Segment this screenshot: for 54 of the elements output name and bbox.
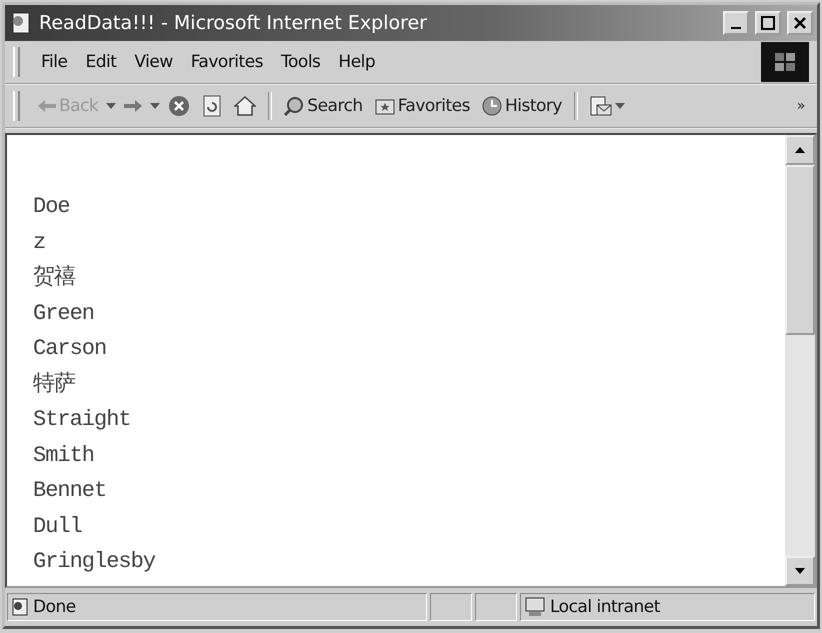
house-icon: [234, 96, 256, 116]
status-text: Done: [33, 597, 76, 617]
status-pane: [475, 593, 517, 621]
text-line: Smith: [33, 442, 96, 470]
menu-item[interactable]: Favorites: [184, 50, 270, 74]
refresh-icon: [202, 95, 222, 117]
text-line: Doe: [33, 193, 71, 221]
maximize-icon: [761, 16, 775, 30]
envelope-icon: [590, 96, 612, 116]
text-line: Green: [33, 300, 96, 328]
menu-item[interactable]: View: [127, 50, 180, 74]
text-line: Carson: [33, 335, 108, 363]
back-arrow-icon: [38, 100, 56, 112]
toolbar-grip[interactable]: [13, 91, 20, 121]
text-line: 贺禧: [33, 264, 76, 292]
search-icon: [284, 96, 304, 116]
caret-icon: [614, 103, 625, 109]
scrollbar[interactable]: [785, 135, 815, 586]
text-line: Gringlesby: [33, 548, 156, 576]
stop-icon: [168, 95, 190, 117]
history-icon: [482, 96, 502, 116]
windows-logo-icon: [761, 42, 809, 82]
caret-icon: [150, 103, 160, 109]
computer-icon: [524, 597, 546, 617]
search-button[interactable]: Search: [280, 94, 367, 118]
text-line: Bennet: [33, 477, 108, 505]
scroll-up-button[interactable]: [785, 135, 815, 165]
favorites-button[interactable]: Favorites: [370, 94, 474, 118]
menu-item[interactable]: Help: [331, 50, 382, 74]
toolbar-grip[interactable]: [13, 47, 20, 77]
status-pane: [430, 593, 472, 621]
up-arrow-icon: [795, 147, 805, 153]
scroll-down-button[interactable]: [785, 556, 815, 586]
close-button[interactable]: [787, 11, 813, 35]
page-icon: [11, 598, 29, 616]
text-line: Dull: [33, 512, 83, 540]
more-button[interactable]: »: [792, 96, 809, 116]
minimize-icon: [731, 27, 741, 29]
menu-item[interactable]: Tools: [274, 50, 328, 74]
menu-item[interactable]: File: [34, 50, 74, 74]
history-button[interactable]: History: [478, 94, 566, 118]
window-title: ReadData!!! - Microsoft Internet Explorer: [39, 12, 428, 34]
close-icon: [794, 17, 806, 29]
down-arrow-icon: [795, 568, 805, 574]
minimize-button[interactable]: [723, 11, 749, 35]
text-line: Straight: [33, 406, 132, 434]
scroll-thumb[interactable]: [785, 165, 815, 335]
text-line: z: [33, 228, 46, 256]
forward-arrow-icon: [124, 100, 142, 112]
menu-item[interactable]: Edit: [78, 50, 124, 74]
caret-icon: [106, 103, 116, 109]
text-line: 特萨: [33, 370, 76, 398]
zone-text: Local intranet: [550, 597, 660, 617]
maximize-button[interactable]: [755, 11, 781, 35]
